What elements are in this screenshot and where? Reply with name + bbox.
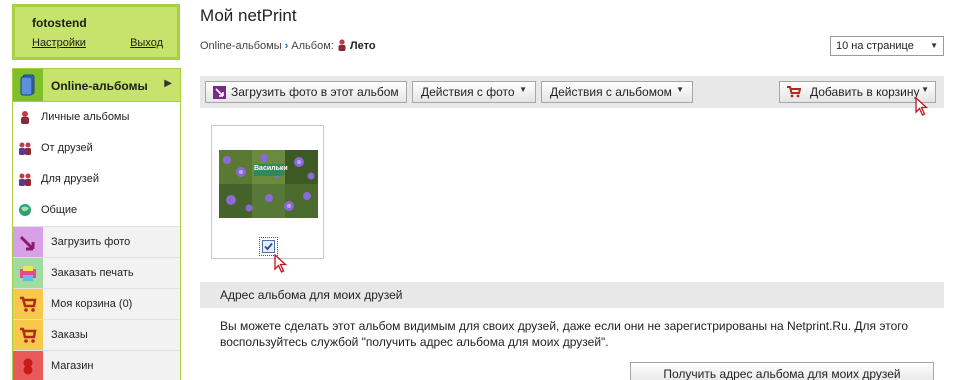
sidebar-item-from-friends[interactable]: От друзей <box>13 133 180 164</box>
get-album-address-button[interactable]: Получить адрес альбома для моих друзей <box>630 362 934 380</box>
upload-icon <box>13 227 43 257</box>
page-title: Мой netPrint <box>200 6 297 25</box>
settings-link[interactable]: Настройки <box>32 37 86 49</box>
cart-icon <box>787 86 801 98</box>
orders-icon <box>13 320 43 350</box>
add-to-cart-label: Добавить в корзину <box>810 85 920 99</box>
sidebar-item-personal-albums[interactable]: Личные альбомы <box>13 102 180 133</box>
photo-actions-button[interactable]: Действия с фото ▼ <box>412 81 536 103</box>
breadcrumb-root[interactable]: Online-альбомы <box>200 40 282 52</box>
sidebar-item-online-albums[interactable]: Online-альбомы ▶ <box>13 69 180 102</box>
share-description: Вы можете сделать этот альбом видимым дл… <box>220 319 909 349</box>
chevron-right-icon: ▶ <box>164 78 172 89</box>
add-to-cart-button[interactable]: Добавить в корзину ▼ <box>779 81 936 103</box>
friends-icon <box>19 173 31 186</box>
album-actions-label: Действия с альбомом <box>550 85 672 99</box>
sidebar-item-orders[interactable]: Заказы <box>13 319 180 350</box>
album-actions-button[interactable]: Действия с альбомом ▼ <box>541 81 693 103</box>
share-section-title: Адрес альбома для моих друзей <box>220 288 403 302</box>
toolbar: Загрузить фото в этот альбом Действия с … <box>200 76 944 108</box>
sidebar-menu: Online-альбомы ▶ Личные альбомы От друзе… <box>12 68 181 380</box>
user-box: fotostend Настройки Выход <box>12 4 180 60</box>
sidebar-item-label: От друзей <box>41 142 93 154</box>
photo-card[interactable]: Васильки <box>211 125 324 259</box>
sidebar-item-label: Магазин <box>51 360 94 372</box>
per-page-select[interactable]: 10 на странице ▼ <box>830 36 944 56</box>
per-page-value: 10 на странице <box>836 40 914 52</box>
checkmark-icon <box>264 242 273 251</box>
sidebar-item-label: Заказы <box>51 329 88 341</box>
sidebar-item-shop[interactable]: Магазин <box>13 350 180 380</box>
photo-caption: Васильки <box>254 165 288 172</box>
upload-to-album-label: Загрузить фото в этот альбом <box>231 85 399 99</box>
albums-icon <box>13 69 43 101</box>
upload-to-album-button[interactable]: Загрузить фото в этот альбом <box>205 81 407 103</box>
globe-icon <box>19 204 31 216</box>
sidebar-item-order-print[interactable]: Заказать печать <box>13 257 180 288</box>
chevron-down-icon: ▼ <box>519 85 527 94</box>
logout-link[interactable]: Выход <box>130 37 163 49</box>
sidebar-item-upload-photo[interactable]: Загрузить фото <box>13 226 180 257</box>
breadcrumb: Online-альбомы › Альбом: Лето <box>200 39 376 52</box>
sidebar-item-shared[interactable]: Общие <box>13 195 180 226</box>
photo-select-checkbox[interactable] <box>259 237 278 256</box>
chevron-down-icon: ▼ <box>921 85 929 94</box>
cart-icon <box>13 289 43 319</box>
chevron-down-icon: ▼ <box>676 85 684 94</box>
print-icon <box>13 258 43 288</box>
share-section-header: Адрес альбома для моих друзей <box>200 282 944 308</box>
sidebar-item-label: Моя корзина (0) <box>51 298 133 310</box>
chevron-down-icon: ▼ <box>930 41 938 50</box>
sidebar-item-label: Личные альбомы <box>41 111 130 123</box>
sidebar-item-label: Online-альбомы <box>51 79 148 93</box>
username: fotostend <box>32 16 87 30</box>
sidebar-item-for-friends[interactable]: Для друзей <box>13 164 180 195</box>
sidebar-item-label: Для друзей <box>41 173 99 185</box>
upload-icon <box>213 86 226 99</box>
sidebar-item-label: Загрузить фото <box>51 236 131 248</box>
sidebar-item-label: Заказать печать <box>51 267 134 279</box>
chevron-right-icon: › <box>284 40 289 52</box>
photo-actions-label: Действия с фото <box>421 85 515 99</box>
breadcrumb-current: Лето <box>349 40 376 52</box>
sidebar-item-label: Общие <box>41 204 78 216</box>
friends-icon <box>19 142 31 155</box>
sidebar-item-my-cart[interactable]: Моя корзина (0) <box>13 288 180 319</box>
photo-thumbnail[interactable]: Васильки <box>219 150 318 218</box>
breadcrumb-album-prefix: Альбом: <box>291 40 334 52</box>
person-icon <box>338 39 346 51</box>
shop-icon <box>13 351 43 380</box>
person-icon <box>21 111 29 124</box>
